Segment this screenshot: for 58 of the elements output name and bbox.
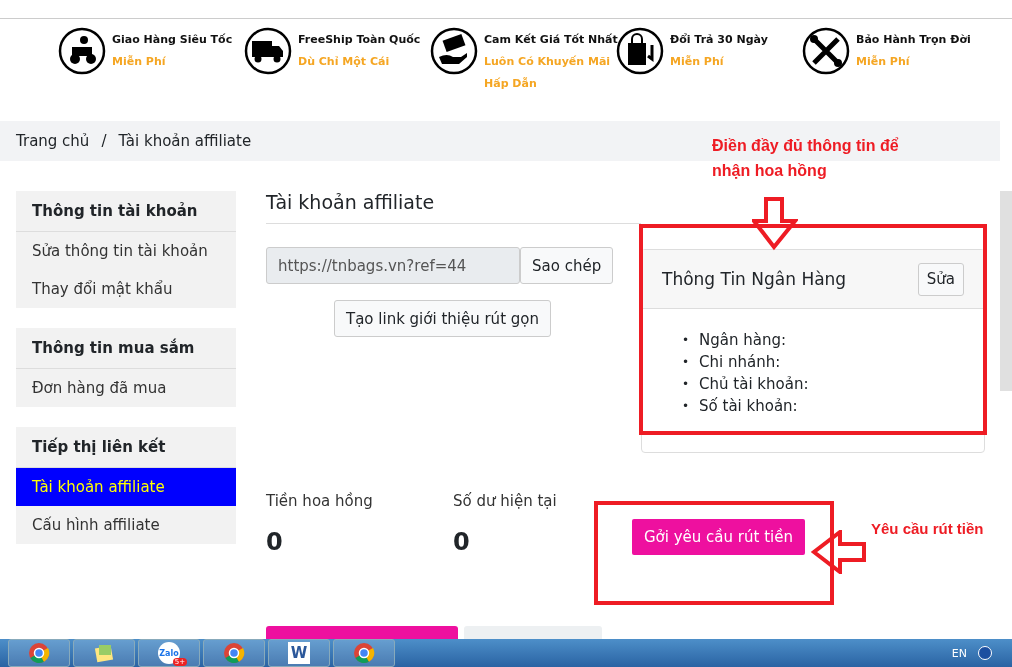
- stat-label: Số dư hiện tại: [453, 492, 558, 510]
- feature-subtitle: Hấp Dẫn: [484, 76, 538, 92]
- sidebar-item[interactable]: Cấu hình affiliate: [16, 506, 236, 544]
- stat-value: 0: [266, 528, 284, 556]
- primary-button[interactable]: [266, 626, 458, 639]
- breadcrumb-current: Tài khoản affiliate: [118, 132, 252, 150]
- tools-icon: [802, 27, 850, 75]
- sidebar-item[interactable]: Tài khoản affiliate: [16, 468, 236, 506]
- annotation-text: Điền đầy đủ thông tin để nhận hoa hồng: [712, 136, 900, 181]
- feature-subtitle: Miễn Phí: [670, 54, 725, 70]
- referral-link-field[interactable]: https://tnbags.vn?ref=44: [266, 247, 520, 284]
- sidebar-item[interactable]: Đơn hàng đã mua: [16, 369, 236, 407]
- feature-subtitle: Luôn Có Khuyến Mãi: [484, 54, 612, 70]
- down-arrow: [752, 197, 798, 251]
- feature-title: Giao Hàng Siêu Tốc: [112, 32, 233, 48]
- feature-subtitle: Miễn Phí: [856, 54, 911, 70]
- feature-title: Bảo Hành Trọn Đời: [856, 32, 971, 48]
- secondary-button[interactable]: [464, 626, 602, 639]
- card-title: Thông Tin Ngân Hàng: [662, 269, 847, 289]
- stat-value: 0: [453, 528, 471, 556]
- feature-title: Cam Kết Giá Tốt Nhất: [484, 32, 618, 48]
- feature-title: Đổi Trả 30 Ngày: [670, 32, 768, 48]
- help-icon[interactable]: [978, 646, 992, 660]
- bullet: •: [682, 332, 690, 349]
- sidebar-group-title: Thông tin tài khoản: [16, 191, 236, 232]
- word-icon: W: [288, 642, 310, 664]
- edit-button[interactable]: Sửa: [917, 262, 964, 296]
- money-icon: [430, 27, 478, 75]
- bullet: •: [682, 354, 690, 371]
- chrome-icon: [353, 642, 375, 664]
- bank-field-label: Chủ tài khoản:: [699, 374, 809, 395]
- sidebar-group-title: Thông tin mua sắm: [16, 328, 236, 369]
- stat-label: Tiền hoa hồng: [266, 492, 374, 510]
- bank-field-label: Chi nhánh:: [699, 352, 781, 373]
- sidebar-item[interactable]: Thay đổi mật khẩu: [16, 270, 236, 308]
- breadcrumb-separator: /: [101, 132, 107, 150]
- withdraw-request-button[interactable]: Gởi yêu cầu rút tiền: [632, 519, 805, 555]
- chrome-icon: [28, 642, 50, 664]
- breadcrumb-home-link[interactable]: Trang chủ: [16, 132, 90, 150]
- bank-field-label: Ngân hàng:: [699, 330, 787, 351]
- bag-icon: [616, 27, 664, 75]
- scooter-icon: [58, 27, 106, 75]
- truck-icon: [244, 27, 292, 75]
- left-arrow: [810, 530, 866, 574]
- bullet: •: [682, 398, 690, 415]
- feature-title: FreeShip Toàn Quốc: [298, 32, 421, 48]
- page-title: Tài khoản affiliate: [266, 191, 641, 224]
- sidebar-item[interactable]: Sửa thông tin tài khoản: [16, 232, 236, 270]
- notes-icon: [93, 642, 115, 664]
- shorten-link-button[interactable]: Tạo link giới thiệu rút gọn: [334, 300, 551, 337]
- bullet: •: [682, 376, 690, 393]
- annotation-text: Yêu cầu rút tiền: [871, 519, 984, 539]
- copy-button[interactable]: Sao chép: [520, 247, 614, 284]
- bank-field-label: Số tài khoản:: [699, 396, 798, 417]
- language-indicator[interactable]: EN: [951, 646, 967, 660]
- chrome-icon: [223, 642, 245, 664]
- feature-subtitle: Miễn Phí: [112, 54, 167, 70]
- feature-subtitle: Dù Chỉ Một Cái: [298, 54, 391, 70]
